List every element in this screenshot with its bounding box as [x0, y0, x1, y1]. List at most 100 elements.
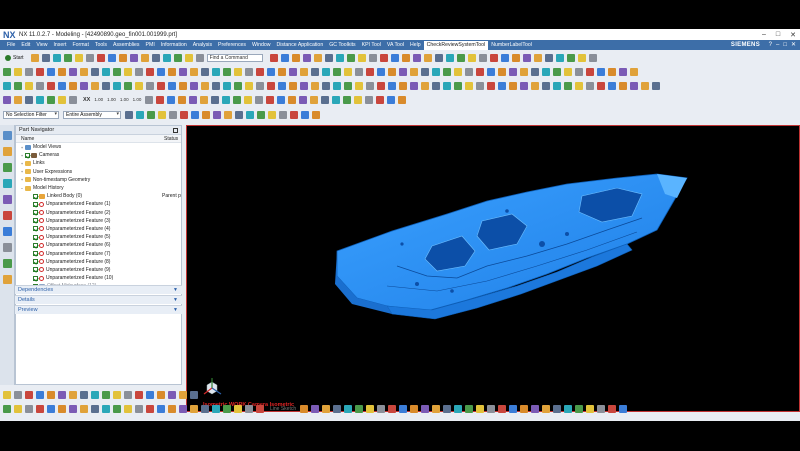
feature-tool-icon[interactable]: [36, 67, 44, 76]
snap-tool-icon[interactable]: [136, 111, 144, 119]
sketch-tool-icon[interactable]: [432, 404, 441, 413]
menu-item-numberlabeltool[interactable]: NumberLabelTool: [488, 42, 535, 48]
view-tool-icon[interactable]: [346, 53, 355, 62]
feature-tool-icon[interactable]: [421, 67, 429, 76]
visibility-checkbox[interactable]: [33, 267, 38, 273]
feature-tool-icon[interactable]: [432, 67, 440, 76]
sketch-tool-icon[interactable]: [377, 404, 386, 413]
menu-item-gc-toolkits[interactable]: GC Toolkits: [326, 42, 358, 48]
edit-tool-icon[interactable]: [157, 404, 165, 413]
view-tool-icon[interactable]: [489, 53, 498, 62]
tree-node[interactable]: Unparameterized Feature (7): [16, 249, 181, 257]
scale-tool-label[interactable]: 1.00: [94, 97, 103, 102]
snap-tool-icon[interactable]: [257, 111, 265, 119]
graphics-window[interactable]: Isometric WORK Camera Isometric: [186, 125, 800, 412]
feature-tool-icon[interactable]: [300, 67, 308, 76]
surface-tool-icon[interactable]: [531, 81, 539, 90]
feature-tool-icon[interactable]: [542, 67, 550, 76]
tree-node[interactable]: Unparameterized Feature (10): [16, 274, 181, 282]
visibility-checkbox[interactable]: [33, 226, 38, 232]
sketch-tool-icon[interactable]: [300, 404, 309, 413]
surface-tool-icon[interactable]: [476, 81, 484, 90]
edit-tool-icon[interactable]: [135, 404, 143, 413]
menu-item-analysis[interactable]: Analysis: [190, 42, 215, 48]
pmi-tool-icon[interactable]: [398, 95, 407, 104]
feature-tool-icon[interactable]: [278, 67, 286, 76]
edit-tool-icon[interactable]: [146, 404, 154, 413]
standard-tool-icon[interactable]: [140, 53, 149, 62]
edit-tool-icon[interactable]: [256, 404, 264, 413]
sketch-tool-icon[interactable]: [421, 404, 430, 413]
surface-tool-icon[interactable]: [311, 81, 319, 90]
sketch-tool-icon[interactable]: [553, 404, 562, 413]
surface-tool-icon[interactable]: [113, 81, 121, 90]
pmi-tool-icon[interactable]: [288, 95, 297, 104]
surface-tool-icon[interactable]: [278, 81, 286, 90]
menu-item-va-tool[interactable]: VA Tool: [384, 42, 407, 48]
edit-tool-icon[interactable]: [47, 404, 55, 413]
minimize-button[interactable]: –: [762, 31, 766, 38]
feature-tool-icon[interactable]: [509, 67, 517, 76]
surface-tool-icon[interactable]: [355, 81, 363, 90]
edit-tool-icon[interactable]: [102, 404, 110, 413]
menu-item-help[interactable]: Help: [407, 42, 424, 48]
surface-tool-icon[interactable]: [289, 81, 297, 90]
pmi-tool-icon[interactable]: [332, 95, 341, 104]
sketch-tool-icon[interactable]: [465, 404, 474, 413]
pmi-tool-icon[interactable]: [145, 95, 154, 104]
snap-tool-icon[interactable]: [224, 111, 232, 119]
feature-tool-icon[interactable]: [80, 67, 88, 76]
snap-tool-icon[interactable]: [279, 111, 287, 119]
surface-tool-icon[interactable]: [190, 81, 198, 90]
standard-tool-icon[interactable]: [52, 53, 61, 62]
pmi-tool-icon[interactable]: [156, 95, 165, 104]
pin-icon[interactable]: [173, 128, 178, 133]
surface-tool-icon[interactable]: [47, 81, 55, 90]
tree-node[interactable]: + Links: [16, 159, 181, 167]
pmi-tool-icon[interactable]: [343, 95, 352, 104]
feature-tool-icon[interactable]: [14, 67, 22, 76]
feature-tool-icon[interactable]: [630, 67, 638, 76]
visibility-checkbox[interactable]: [25, 152, 30, 158]
surface-tool-icon[interactable]: [322, 81, 330, 90]
surface-tool-icon[interactable]: [168, 81, 176, 90]
edit-tool-icon[interactable]: [3, 404, 11, 413]
edit-tool-icon[interactable]: [113, 404, 121, 413]
surface-tool-icon[interactable]: [102, 81, 110, 90]
edit-tool-icon[interactable]: [168, 404, 176, 413]
feature-tool-icon[interactable]: [443, 67, 451, 76]
bottom-tool-icon[interactable]: [91, 390, 99, 399]
surface-tool-icon[interactable]: [564, 81, 572, 90]
view-tool-icon[interactable]: [544, 53, 553, 62]
system-materials-icon[interactable]: [3, 243, 12, 252]
tree-node[interactable]: Unparameterized Feature (5): [16, 233, 181, 241]
view-tool-icon[interactable]: [390, 53, 399, 62]
view-tool-icon[interactable]: [379, 53, 388, 62]
view-tool-icon[interactable]: [522, 53, 531, 62]
edit-tool-icon[interactable]: [80, 404, 88, 413]
sketch-tool-icon[interactable]: [333, 404, 342, 413]
feature-tool-icon[interactable]: [289, 67, 297, 76]
menu-item-view[interactable]: View: [33, 42, 50, 48]
snap-tool-icon[interactable]: [301, 111, 309, 119]
surface-tool-icon[interactable]: [619, 81, 627, 90]
doc-close-button[interactable]: ✕: [791, 40, 796, 50]
standard-tool-icon[interactable]: [30, 53, 39, 62]
find-command-input[interactable]: Find a Command: [206, 53, 263, 62]
surface-tool-icon[interactable]: [465, 81, 473, 90]
bottom-tool-icon[interactable]: [80, 390, 88, 399]
feature-tool-icon[interactable]: [25, 67, 33, 76]
analysis-tool-icon[interactable]: [25, 95, 33, 104]
bottom-tool-icon[interactable]: [179, 390, 187, 399]
menu-item-window[interactable]: Window: [249, 42, 273, 48]
close-button[interactable]: ✕: [790, 31, 796, 39]
view-tool-icon[interactable]: [368, 53, 377, 62]
pmi-tool-icon[interactable]: [266, 95, 275, 104]
maximize-button[interactable]: □: [776, 31, 780, 38]
feature-tool-icon[interactable]: [124, 67, 132, 76]
menu-item-pmi[interactable]: PMI: [143, 42, 158, 48]
standard-tool-icon[interactable]: [151, 53, 160, 62]
bottom-tool-icon[interactable]: [3, 390, 11, 399]
view-tool-icon[interactable]: [511, 53, 520, 62]
edit-tool-icon[interactable]: [245, 404, 253, 413]
